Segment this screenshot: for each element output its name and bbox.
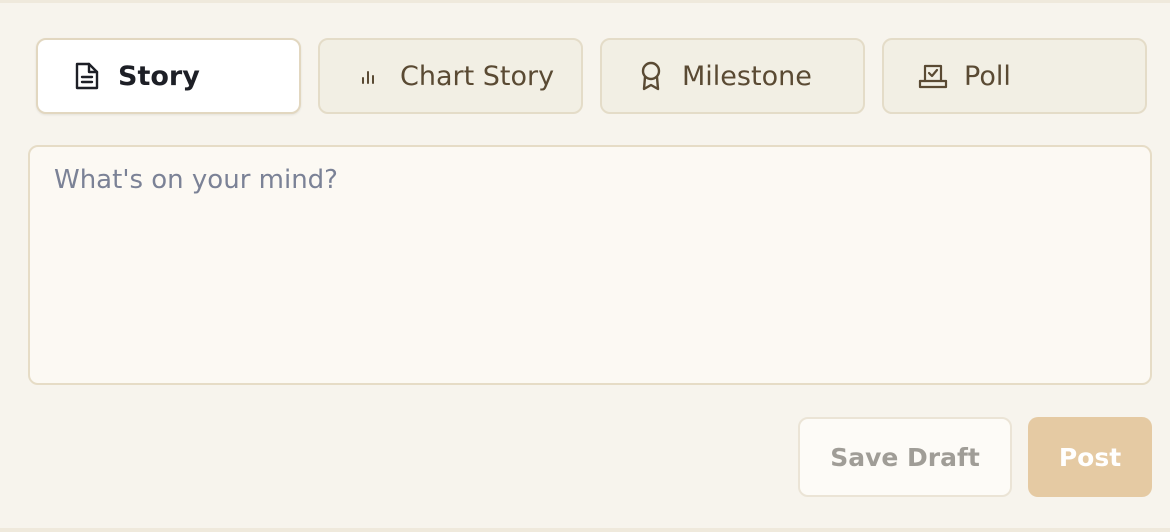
save-draft-button[interactable]: Save Draft [798,417,1012,497]
tab-milestone-label: Milestone [682,60,812,92]
award-ribbon-icon [636,61,666,91]
bar-chart-icon [354,61,384,91]
tab-chart-story-label: Chart Story [400,60,555,92]
post-type-tabs: Story Chart Story Milestone Poll [36,38,1147,114]
tab-poll-label: Poll [964,60,1011,92]
post-composer: Story Chart Story Milestone Poll What's … [0,0,1170,532]
tab-milestone[interactable]: Milestone [600,38,865,114]
document-icon [72,61,102,91]
tab-poll[interactable]: Poll [882,38,1147,114]
ballot-box-icon [918,61,948,91]
post-button[interactable]: Post [1028,417,1152,497]
tab-story[interactable]: Story [36,38,301,114]
tab-story-label: Story [118,60,200,92]
tab-chart-story[interactable]: Chart Story [318,38,583,114]
post-content-input[interactable] [28,145,1152,385]
